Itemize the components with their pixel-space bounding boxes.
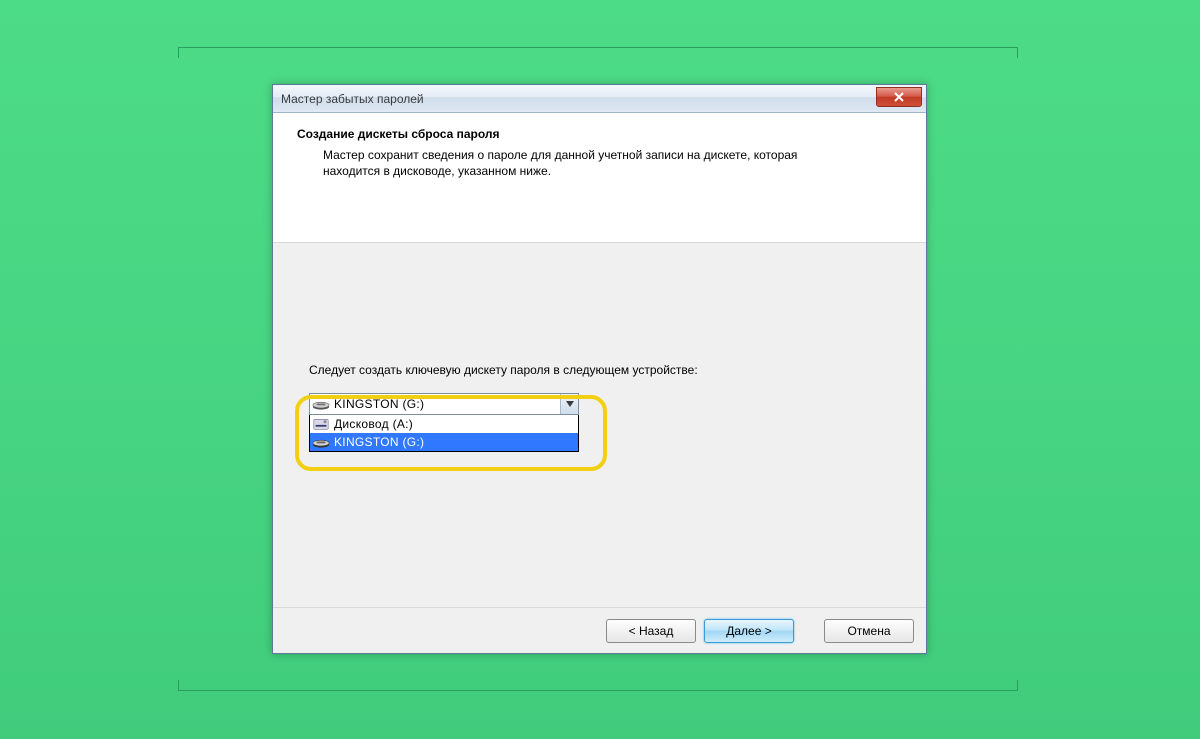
drive-option-floppy[interactable]: Дисковод (A:) bbox=[310, 415, 578, 433]
drive-option-label: Дисковод (A:) bbox=[334, 417, 413, 431]
close-icon bbox=[893, 92, 905, 102]
drive-option-kingston[interactable]: KINGSTON (G:) bbox=[310, 433, 578, 451]
page-title: Создание дискеты сброса пароля bbox=[297, 127, 902, 141]
combobox-arrow-button[interactable] bbox=[560, 394, 578, 414]
window-title: Мастер забытых паролей bbox=[281, 92, 424, 106]
footer-button-bar: < Назад Далее > Отмена bbox=[273, 607, 926, 653]
outer-frame-bottom bbox=[178, 680, 1018, 691]
drive-option-label: KINGSTON (G:) bbox=[334, 435, 424, 449]
usb-drive-icon bbox=[312, 435, 330, 449]
titlebar[interactable]: Мастер забытых паролей bbox=[273, 85, 926, 113]
wizard-dialog: Мастер забытых паролей Создание дискеты … bbox=[272, 84, 927, 654]
header-pane: Создание дискеты сброса пароля Мастер со… bbox=[273, 113, 926, 243]
drive-dropdown-list[interactable]: Дисковод (A:) KINGSTON (G:) bbox=[309, 414, 579, 452]
floppy-drive-icon bbox=[312, 417, 330, 431]
cancel-button[interactable]: Отмена bbox=[824, 619, 914, 643]
drive-prompt-label: Следует создать ключевую дискету пароля … bbox=[309, 363, 890, 377]
page-description: Мастер сохранит сведения о пароле для да… bbox=[297, 147, 837, 179]
chevron-down-icon bbox=[566, 401, 574, 407]
body-pane: Следует создать ключевую дискету пароля … bbox=[273, 243, 926, 607]
outer-frame-top bbox=[178, 47, 1018, 58]
usb-drive-icon bbox=[312, 397, 330, 411]
drive-combobox[interactable]: KINGSTON (G:) bbox=[309, 393, 579, 415]
drive-combobox-value: KINGSTON (G:) bbox=[334, 397, 560, 411]
next-button[interactable]: Далее > bbox=[704, 619, 794, 643]
close-button[interactable] bbox=[876, 87, 922, 107]
back-button[interactable]: < Назад bbox=[606, 619, 696, 643]
